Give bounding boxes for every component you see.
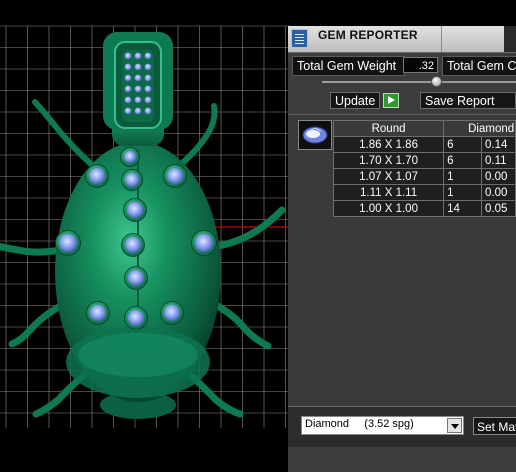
gem-size-cell: 1.00 X 1.00 (332, 200, 445, 217)
gem-stone (128, 310, 144, 326)
beetle-model[interactable] (0, 32, 286, 419)
total-gem-weight-label: Total Gem Weight (292, 56, 405, 76)
gem-stone (144, 52, 152, 60)
gem-size-cell: 1.07 X 1.07 (332, 168, 445, 185)
gem-weight-cell: 0.00 (481, 184, 516, 201)
gem-stone (90, 305, 106, 321)
gem-stone (89, 168, 105, 184)
chevron-down-icon[interactable] (447, 418, 462, 433)
set-material-button[interactable]: Set Material (473, 417, 516, 435)
gem-count-cell: 6 (443, 136, 483, 153)
gem-size-cell: 1.11 X 1.11 (332, 184, 445, 201)
viewport-canvas (0, 25, 290, 428)
gem-report-table: Round Diamond 1.86 X 1.86 6 0.14 1.70 X 1.7… (332, 120, 516, 217)
table-row[interactable]: 1.00 X 1.00 14 0.05 (332, 200, 516, 217)
play-icon[interactable] (383, 93, 399, 108)
panel-title-bar[interactable]: GEM REPORTER (288, 26, 516, 53)
material-dropdown[interactable]: Diamond (3.52 spg) (301, 416, 464, 435)
gem-reporter-panel: GEM REPORTER Total Gem Weight .32 Total … (288, 26, 516, 472)
gem-stone (144, 107, 152, 115)
gem-count-cell: 1 (443, 184, 483, 201)
gem-stone (144, 74, 152, 82)
gem-stone (124, 52, 132, 60)
title-separator (441, 26, 442, 52)
total-gem-count-label: Total Gem Count (442, 56, 516, 76)
gem-stone (144, 63, 152, 71)
gem-stone (167, 168, 183, 184)
3d-viewport[interactable] (0, 0, 290, 472)
gem-stone (134, 85, 142, 93)
save-report-button[interactable]: Save Report (420, 92, 516, 109)
gem-stone (134, 63, 142, 71)
gem-size-cell: 1.86 X 1.86 (332, 136, 445, 153)
material-dropdown-value: Diamond (3.52 spg) (305, 418, 414, 430)
table-row[interactable]: 1.70 X 1.70 6 0.11 (332, 152, 516, 169)
gem-weight-cell: 0.14 (481, 136, 516, 153)
gem-count-cell: 14 (443, 200, 483, 217)
gem-count-cell: 1 (443, 168, 483, 185)
gem-stone (164, 305, 180, 321)
gem-stone (134, 107, 142, 115)
gem-weight-cell: 0.05 (481, 200, 516, 217)
update-button[interactable]: Update (330, 92, 380, 109)
panel-title: GEM REPORTER (318, 28, 418, 42)
gem-stone (124, 96, 132, 104)
column-header-material[interactable]: Diamond (443, 120, 516, 137)
round-gem-icon[interactable] (298, 120, 332, 150)
panel-slider-knob[interactable] (431, 76, 442, 87)
table-row[interactable]: 1.11 X 1.11 1 0.00 (332, 184, 516, 201)
column-header-shape[interactable]: Round (332, 120, 445, 137)
gem-stone (124, 107, 132, 115)
report-icon (291, 29, 308, 48)
gem-weight-cell: 0.00 (481, 168, 516, 185)
gem-stone (144, 96, 152, 104)
gem-stone (59, 234, 77, 252)
panel-divider (288, 114, 516, 115)
gem-stone (124, 85, 132, 93)
gem-stone (125, 173, 139, 187)
title-bar-edge (504, 26, 516, 52)
table-row[interactable]: 1.86 X 1.86 6 0.14 (332, 136, 516, 153)
gem-count-cell: 6 (443, 152, 483, 169)
gem-stone (127, 202, 143, 218)
gem-stone (124, 151, 136, 163)
gem-stone (128, 270, 144, 286)
gem-stone (144, 85, 152, 93)
gem-stone (124, 74, 132, 82)
total-gem-weight-value: .32 (403, 57, 438, 73)
gem-weight-cell: 0.11 (481, 152, 516, 169)
gem-stone (134, 96, 142, 104)
gem-size-cell: 1.70 X 1.70 (332, 152, 445, 169)
gem-stone (124, 63, 132, 71)
table-row[interactable]: 1.07 X 1.07 1 0.00 (332, 168, 516, 185)
table-header-row: Round Diamond (332, 120, 516, 137)
gem-stone (125, 237, 141, 253)
gem-stone (195, 234, 213, 252)
panel-slider-track (322, 81, 516, 83)
gem-stone (134, 74, 142, 82)
gem-stone (134, 52, 142, 60)
